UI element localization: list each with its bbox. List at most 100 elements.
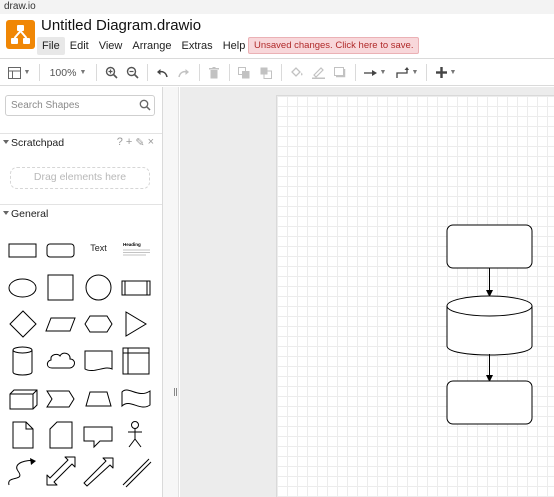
zoom-out-icon [126,66,139,79]
help-icon[interactable]: ? [117,136,123,149]
shape-text[interactable]: Text [80,231,117,268]
shape-square[interactable] [42,268,79,305]
fill-color-button[interactable] [288,63,304,82]
shape-hexagon[interactable] [80,305,117,342]
line-color-button[interactable] [310,63,326,82]
zoom-out-button[interactable] [124,63,140,82]
drawio-logo-icon[interactable] [6,20,35,49]
delete-icon [209,66,219,78]
toolbar-divider [39,64,40,81]
shape-bidirectional-arrow[interactable] [42,453,79,490]
shape-diamond[interactable] [4,305,41,342]
chevron-down-icon: ▼ [379,69,387,76]
document-title[interactable]: Untitled Diagram.drawio [41,17,201,35]
splitter-grip-icon[interactable] [174,388,177,396]
shape-trapezoid[interactable] [80,379,117,416]
search-icon[interactable] [139,99,151,111]
scratchpad-header[interactable]: Scratchpad ? + ✎ × [0,133,162,153]
close-icon[interactable]: × [148,136,154,149]
scratchpad-drop-zone[interactable]: Drag elements here [10,167,150,189]
general-label: General [11,208,49,220]
chevron-down-icon: ▼ [449,69,457,76]
toolbar-divider [96,64,97,81]
menu-bar: File Edit View Arrange Extras Help [37,37,250,55]
chevron-down-icon: ▼ [411,69,419,76]
zoom-in-button[interactable] [103,63,119,82]
shape-curve[interactable] [4,453,41,490]
browser-tab-label[interactable]: draw.io [4,0,36,13]
shape-note[interactable] [4,416,41,453]
zoom-dropdown[interactable]: 100% ▼ [46,63,90,82]
shape-parallelogram[interactable] [42,305,79,342]
delete-button[interactable] [206,63,222,82]
shape-cloud[interactable] [42,342,79,379]
chevron-down-icon: ▼ [79,69,87,76]
shape-rounded-rectangle[interactable] [42,231,79,268]
waypoints-button[interactable]: ▼ [394,63,420,82]
insert-button[interactable]: ▼ [433,63,459,82]
search-shapes-input[interactable] [6,96,136,115]
menu-extras[interactable]: Extras [177,37,218,55]
canvas-area[interactable] [180,87,554,497]
shape-line[interactable] [118,453,155,490]
shape-rectangle[interactable] [4,231,41,268]
shape-actor[interactable] [118,416,155,453]
diagram-node-process-1[interactable] [446,224,533,269]
menu-view[interactable]: View [94,37,128,55]
shape-cylinder[interactable] [4,342,41,379]
undo-button[interactable] [154,63,170,82]
menu-edit[interactable]: Edit [65,37,94,55]
shape-process[interactable] [118,268,155,305]
undo-icon [157,68,168,77]
browser-tab-strip: draw.io [0,0,554,14]
shape-text-label: Text [90,243,107,253]
shape-cube[interactable] [4,379,41,416]
shape-triangle[interactable] [118,305,155,342]
to-back-button[interactable] [258,63,274,82]
connection-icon [363,69,377,76]
chevron-down-icon: ▼ [23,69,31,76]
shape-card[interactable] [42,416,79,453]
menu-arrange[interactable]: Arrange [127,37,176,55]
line-color-icon [311,67,325,79]
shape-internal-storage[interactable] [118,342,155,379]
sidebar-splitter[interactable] [163,87,179,497]
fill-color-icon [290,66,302,77]
zoom-in-icon [105,66,118,79]
menu-file[interactable]: File [37,37,65,55]
diagram-page[interactable] [276,95,554,497]
shape-circle[interactable] [80,268,117,305]
to-back-icon [260,67,272,79]
toolbar-divider [355,64,356,81]
to-front-icon [238,66,250,78]
to-front-button[interactable] [236,63,252,82]
format-panel-button[interactable]: ▼ [6,63,32,82]
waypoints-icon [395,66,409,78]
redo-button[interactable] [176,63,192,82]
edit-icon[interactable]: ✎ [135,136,144,149]
shape-ellipse[interactable] [4,268,41,305]
shape-document[interactable] [80,342,117,379]
diagram-canvas [446,224,533,425]
shape-tape[interactable] [118,379,155,416]
shadow-button[interactable] [332,63,348,82]
toolbar-divider [281,64,282,81]
menu-help[interactable]: Help [218,37,251,55]
toolbar-divider [199,64,200,81]
shape-step[interactable] [42,379,79,416]
unsaved-changes-button[interactable]: Unsaved changes. Click here to save. [248,37,420,54]
shape-callout[interactable] [80,416,117,453]
insert-icon [435,67,447,78]
chevron-down-icon [3,211,9,215]
general-header[interactable]: General [0,204,162,224]
toolbar-divider [229,64,230,81]
title-bar: Untitled Diagram.drawio File Edit View A… [0,14,554,58]
chevron-down-icon [3,140,9,144]
add-icon[interactable]: + [126,136,132,149]
toolbar: ▼ 100% ▼ ▼ ▼ ▼ [0,58,554,86]
shape-arrow[interactable] [80,453,117,490]
diagram-node-database[interactable] [446,295,533,356]
connection-style-button[interactable]: ▼ [362,63,388,82]
diagram-node-process-2[interactable] [446,380,533,425]
shape-textbox[interactable]: Heading [118,231,155,268]
